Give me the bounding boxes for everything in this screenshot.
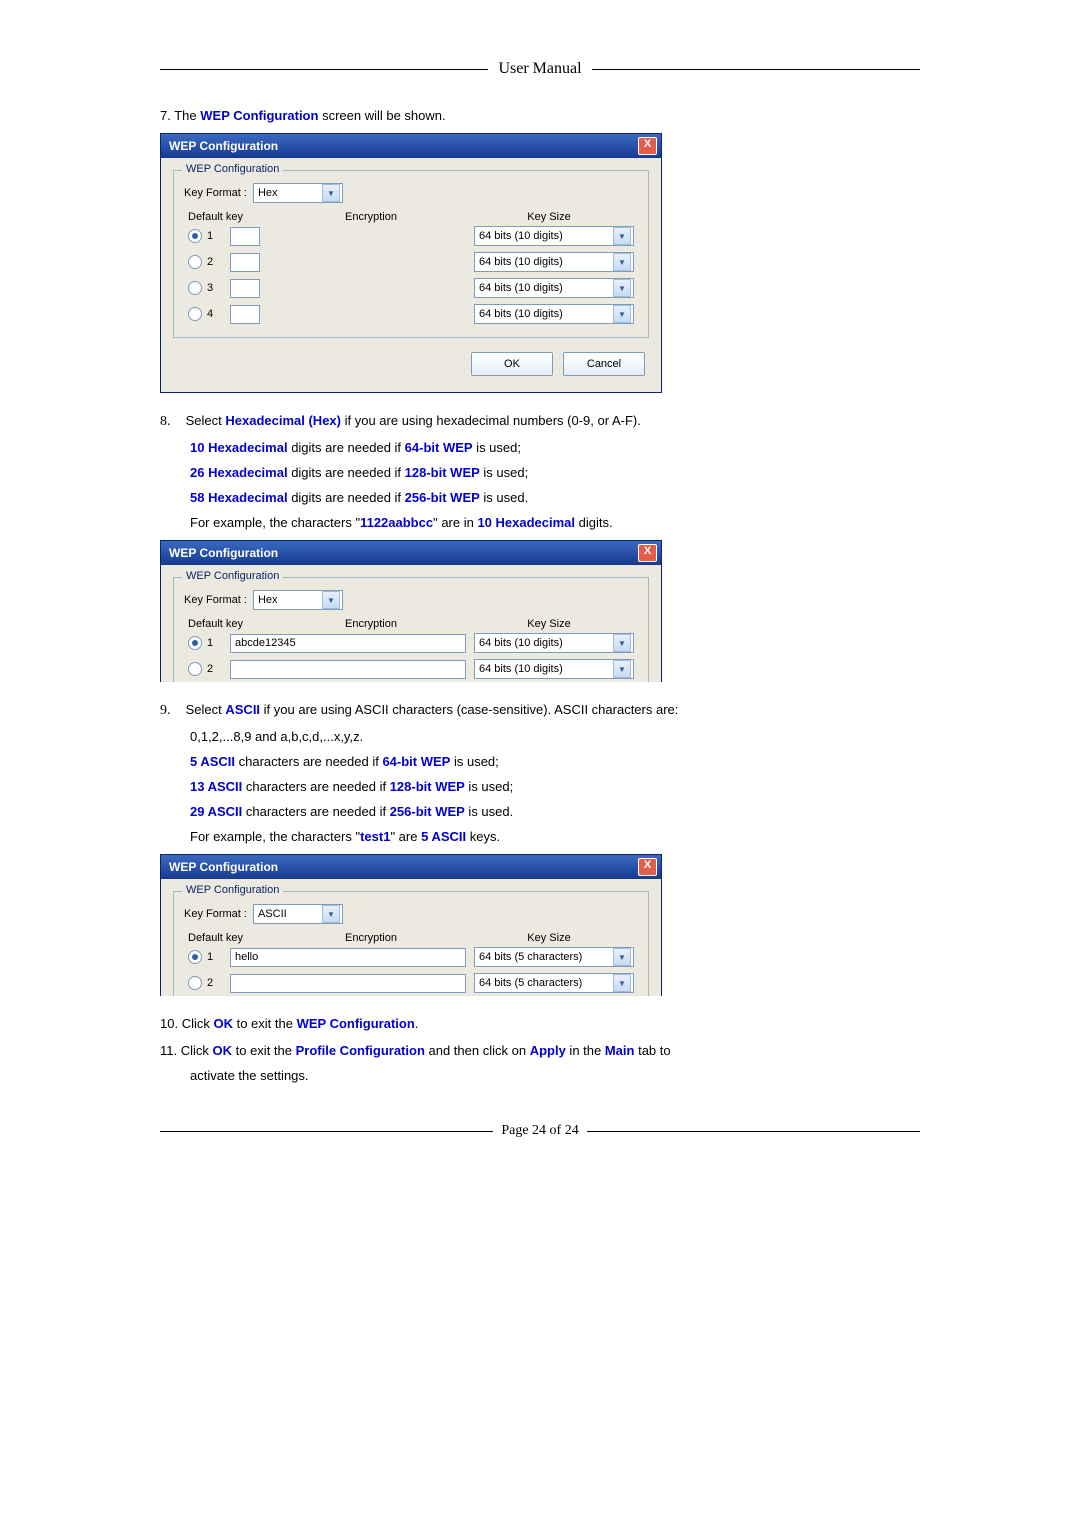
chevron-down-icon: ▼ <box>613 253 631 271</box>
close-icon[interactable]: X <box>638 137 657 155</box>
wep-dialog-ascii: WEP Configuration X WEP Configuration Ke… <box>160 854 662 996</box>
key-row-1: 1 hello 64 bits (5 characters)▼ <box>184 944 638 970</box>
ok-button[interactable]: OK <box>471 352 553 376</box>
chevron-down-icon: ▼ <box>613 305 631 323</box>
key-format-select[interactable]: Hex▼ <box>253 590 343 610</box>
footer-rule: Page 24 of 24 <box>160 1123 920 1139</box>
key-row-2: 2 64 bits (10 digits)▼ <box>184 656 638 682</box>
step-9: 9. Select ASCII if you are using ASCII c… <box>160 702 920 719</box>
key-size-select-2[interactable]: 64 bits (10 digits)▼ <box>474 659 634 679</box>
key-size-select-2[interactable]: 64 bits (10 digits)▼ <box>474 252 634 272</box>
wep-groupbox: WEP Configuration Key Format : Hex▼ Defa… <box>173 170 649 338</box>
cancel-button[interactable]: Cancel <box>563 352 645 376</box>
dialog-titlebar: WEP Configuration X <box>161 855 661 879</box>
wep-dialog-hex: WEP Configuration X WEP Configuration Ke… <box>160 540 662 682</box>
col-default-key: Default key <box>188 211 278 223</box>
encryption-input-2[interactable] <box>230 974 466 993</box>
chevron-down-icon: ▼ <box>613 634 631 652</box>
step-7: 7. The WEP Configuration screen will be … <box>160 108 920 123</box>
chevron-down-icon: ▼ <box>613 227 631 245</box>
chevron-down-icon: ▼ <box>613 660 631 678</box>
wep-dialog-full: WEP Configuration X WEP Configuration Ke… <box>160 133 662 393</box>
key-size-select-2[interactable]: 64 bits (5 characters)▼ <box>474 973 634 993</box>
key-format-label: Key Format : <box>184 187 247 199</box>
radio-key-4[interactable] <box>188 307 202 321</box>
encryption-input-3[interactable] <box>230 279 260 298</box>
radio-key-1[interactable] <box>188 229 202 243</box>
key-size-select-1[interactable]: 64 bits (10 digits)▼ <box>474 633 634 653</box>
step-10: 10. Click OK to exit the WEP Configurati… <box>160 1016 920 1031</box>
radio-key-2[interactable] <box>188 662 202 676</box>
chevron-down-icon: ▼ <box>613 948 631 966</box>
col-encryption: Encryption <box>278 211 464 223</box>
key-row-3: 3 64 bits (10 digits)▼ <box>184 275 638 301</box>
dialog-title: WEP Configuration <box>169 860 278 874</box>
chevron-down-icon: ▼ <box>322 905 340 923</box>
key-row-2: 2 64 bits (10 digits)▼ <box>184 249 638 275</box>
key-row-1: 1 64 bits (10 digits)▼ <box>184 223 638 249</box>
step-8: 8. Select Hexadecimal (Hex) if you are u… <box>160 413 920 430</box>
header-title: User Manual <box>488 60 591 78</box>
encryption-input-4[interactable] <box>230 305 260 324</box>
group-title: WEP Configuration <box>182 163 283 175</box>
radio-key-1[interactable] <box>188 636 202 650</box>
col-key-size: Key Size <box>464 211 634 223</box>
key-format-select[interactable]: ASCII▼ <box>253 904 343 924</box>
dialog-title: WEP Configuration <box>169 546 278 560</box>
encryption-input-2[interactable] <box>230 660 466 679</box>
header-rule: User Manual <box>160 60 920 78</box>
close-icon[interactable]: X <box>638 544 657 562</box>
key-size-select-1[interactable]: 64 bits (5 characters)▼ <box>474 947 634 967</box>
key-size-select-4[interactable]: 64 bits (10 digits)▼ <box>474 304 634 324</box>
key-row-2: 2 64 bits (5 characters)▼ <box>184 970 638 996</box>
encryption-input-1[interactable]: abcde12345 <box>230 634 466 653</box>
dialog-title: WEP Configuration <box>169 139 278 153</box>
close-icon[interactable]: X <box>638 858 657 876</box>
radio-key-2[interactable] <box>188 255 202 269</box>
encryption-input-1[interactable]: hello <box>230 948 466 967</box>
dialog-titlebar: WEP Configuration X <box>161 541 661 565</box>
radio-key-1[interactable] <box>188 950 202 964</box>
wep-groupbox: WEP Configuration Key Format : Hex▼ Defa… <box>173 577 649 682</box>
wep-groupbox: WEP Configuration Key Format : ASCII▼ De… <box>173 891 649 996</box>
radio-key-3[interactable] <box>188 281 202 295</box>
chevron-down-icon: ▼ <box>322 184 340 202</box>
chevron-down-icon: ▼ <box>613 974 631 992</box>
key-size-select-3[interactable]: 64 bits (10 digits)▼ <box>474 278 634 298</box>
encryption-input-2[interactable] <box>230 253 260 272</box>
step-11: 11. Click OK to exit the Profile Configu… <box>160 1043 920 1058</box>
key-size-select-1[interactable]: 64 bits (10 digits)▼ <box>474 226 634 246</box>
footer-page: Page 24 of 24 <box>493 1123 586 1139</box>
key-format-select[interactable]: Hex▼ <box>253 183 343 203</box>
key-row-1: 1 abcde12345 64 bits (10 digits)▼ <box>184 630 638 656</box>
radio-key-2[interactable] <box>188 976 202 990</box>
key-row-4: 4 64 bits (10 digits)▼ <box>184 301 638 327</box>
chevron-down-icon: ▼ <box>322 591 340 609</box>
encryption-input-1[interactable] <box>230 227 260 246</box>
chevron-down-icon: ▼ <box>613 279 631 297</box>
dialog-titlebar: WEP Configuration X <box>161 134 661 158</box>
